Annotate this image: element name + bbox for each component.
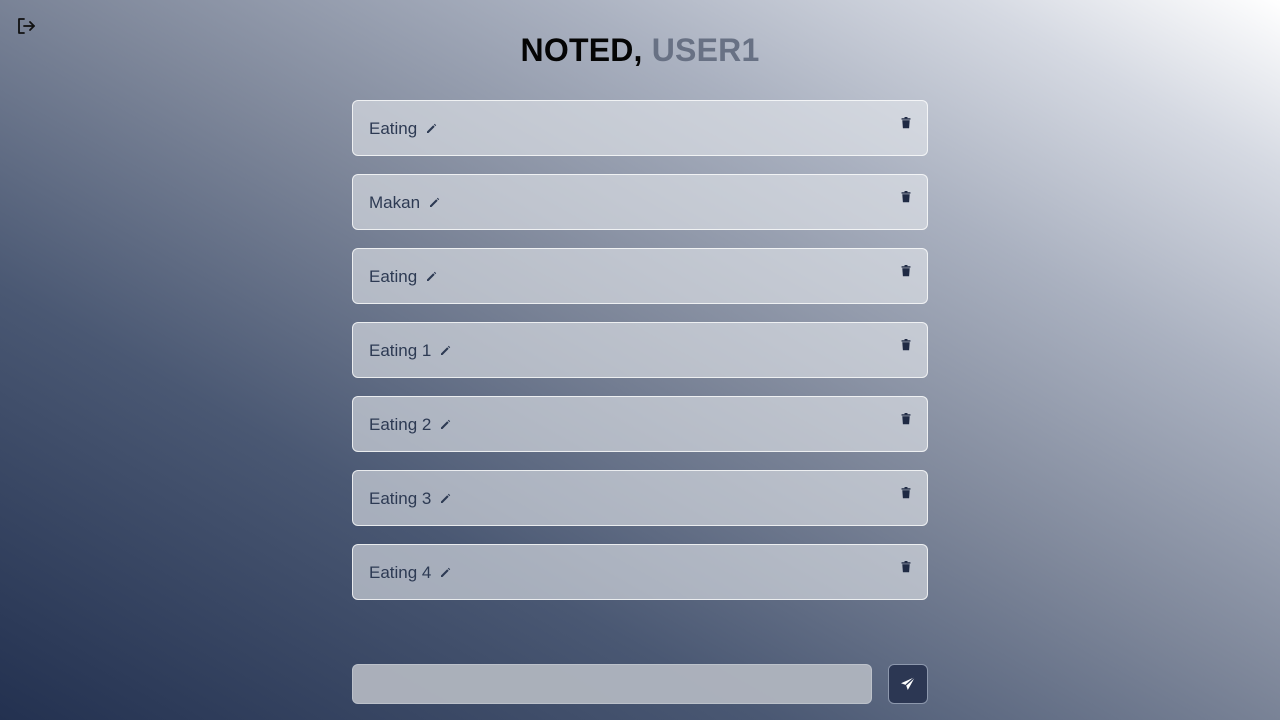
pencil-icon[interactable] (425, 271, 437, 283)
username: USER1 (651, 32, 760, 68)
trash-icon[interactable] (901, 117, 911, 129)
note-text: Eating (369, 119, 418, 138)
paper-plane-icon (900, 676, 916, 692)
note-item: Eating (352, 100, 928, 156)
notes-list: Eating Makan Eating Eating 1 Eating 2 Eating … (352, 100, 928, 618)
note-item: Makan (352, 174, 928, 230)
trash-icon[interactable] (901, 339, 911, 351)
note-label-wrap: Makan (369, 175, 440, 231)
note-item: Eating 3 (352, 470, 928, 526)
trash-icon[interactable] (901, 265, 911, 277)
trash-icon[interactable] (901, 191, 911, 203)
pencil-icon[interactable] (439, 493, 451, 505)
pencil-icon[interactable] (439, 567, 451, 579)
pencil-icon[interactable] (439, 419, 451, 431)
note-composer (352, 664, 928, 704)
note-text: Eating (369, 267, 418, 286)
pencil-icon[interactable] (439, 345, 451, 357)
page-title: NOTED, USER1 (0, 30, 1280, 70)
pencil-icon[interactable] (425, 123, 437, 135)
note-text: Eating 3 (369, 489, 432, 508)
note-text: Makan (369, 193, 421, 212)
note-label-wrap: Eating 1 (369, 323, 451, 379)
note-item: Eating 2 (352, 396, 928, 452)
note-item: Eating 4 (352, 544, 928, 600)
note-label-wrap: Eating 3 (369, 471, 451, 527)
send-button[interactable] (888, 664, 928, 704)
title-prefix: NOTED, (520, 32, 643, 68)
trash-icon[interactable] (901, 561, 911, 573)
note-text: Eating 4 (369, 563, 432, 582)
new-note-input[interactable] (352, 664, 872, 704)
pencil-icon[interactable] (428, 197, 440, 209)
note-text: Eating 2 (369, 415, 432, 434)
note-label-wrap: Eating 2 (369, 397, 451, 453)
note-label-wrap: Eating 4 (369, 545, 451, 601)
note-item: Eating 1 (352, 322, 928, 378)
trash-icon[interactable] (901, 487, 911, 499)
note-label-wrap: Eating (369, 249, 437, 305)
trash-icon[interactable] (901, 413, 911, 425)
note-label-wrap: Eating (369, 101, 437, 157)
note-item: Eating (352, 248, 928, 304)
note-text: Eating 1 (369, 341, 432, 360)
